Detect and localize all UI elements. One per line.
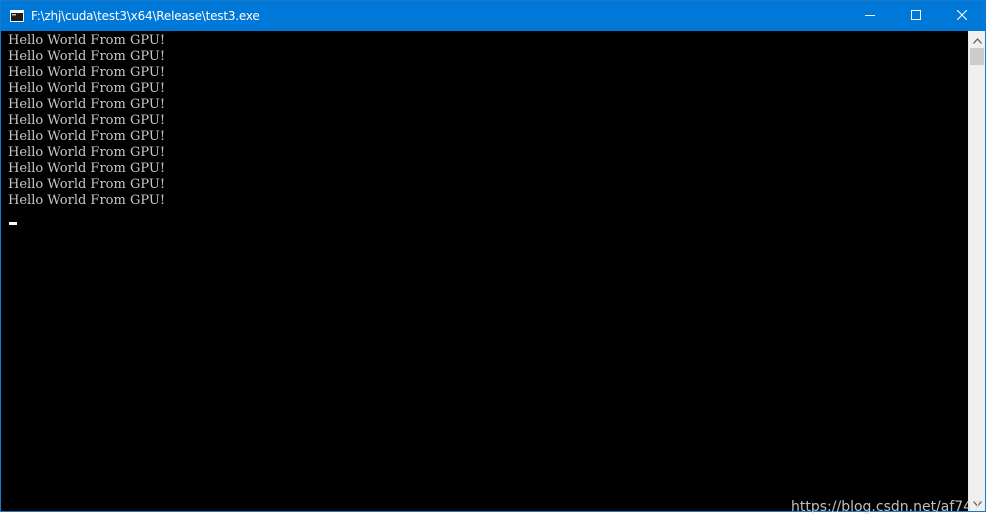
console-line: Hello World From GPU! <box>8 161 166 176</box>
minimize-button[interactable] <box>847 1 893 31</box>
console-line: Hello World From GPU! <box>8 65 166 80</box>
scroll-thumb[interactable] <box>970 48 984 65</box>
console-text: Hello World From GPU! Hello World From G… <box>1 31 969 230</box>
scroll-up-button[interactable] <box>969 31 985 48</box>
console-line: Hello World From GPU! <box>8 81 166 96</box>
close-icon <box>956 9 968 23</box>
maximize-button[interactable] <box>893 1 939 31</box>
console-window-icon[interactable] <box>9 8 25 24</box>
title-bar[interactable]: F:\zhj\cuda\test3\x64\Release\test3.exe <box>1 1 985 31</box>
minimize-icon <box>865 9 875 23</box>
console-line: Hello World From GPU! <box>8 113 166 128</box>
console-line: Hello World From GPU! <box>8 49 166 64</box>
console-line: Hello World From GPU! <box>8 33 166 48</box>
console-line: Hello World From GPU! <box>8 177 166 192</box>
text-cursor <box>9 222 17 225</box>
window-title: F:\zhj\cuda\test3\x64\Release\test3.exe <box>31 9 260 23</box>
console-output[interactable]: Hello World From GPU! Hello World From G… <box>1 31 969 511</box>
close-button[interactable] <box>939 1 985 31</box>
console-window: F:\zhj\cuda\test3\x64\Release\test3.exe … <box>0 0 986 512</box>
watermark-text: https://blog.csdn.net/af747 <box>791 499 981 515</box>
console-line: Hello World From GPU! <box>8 97 166 112</box>
maximize-icon <box>911 9 921 23</box>
console-line: Hello World From GPU! <box>8 145 166 160</box>
console-line: Hello World From GPU! <box>8 129 166 144</box>
chevron-up-icon <box>972 31 982 49</box>
console-line: Hello World From GPU! <box>8 193 166 208</box>
vertical-scrollbar[interactable] <box>968 31 985 511</box>
